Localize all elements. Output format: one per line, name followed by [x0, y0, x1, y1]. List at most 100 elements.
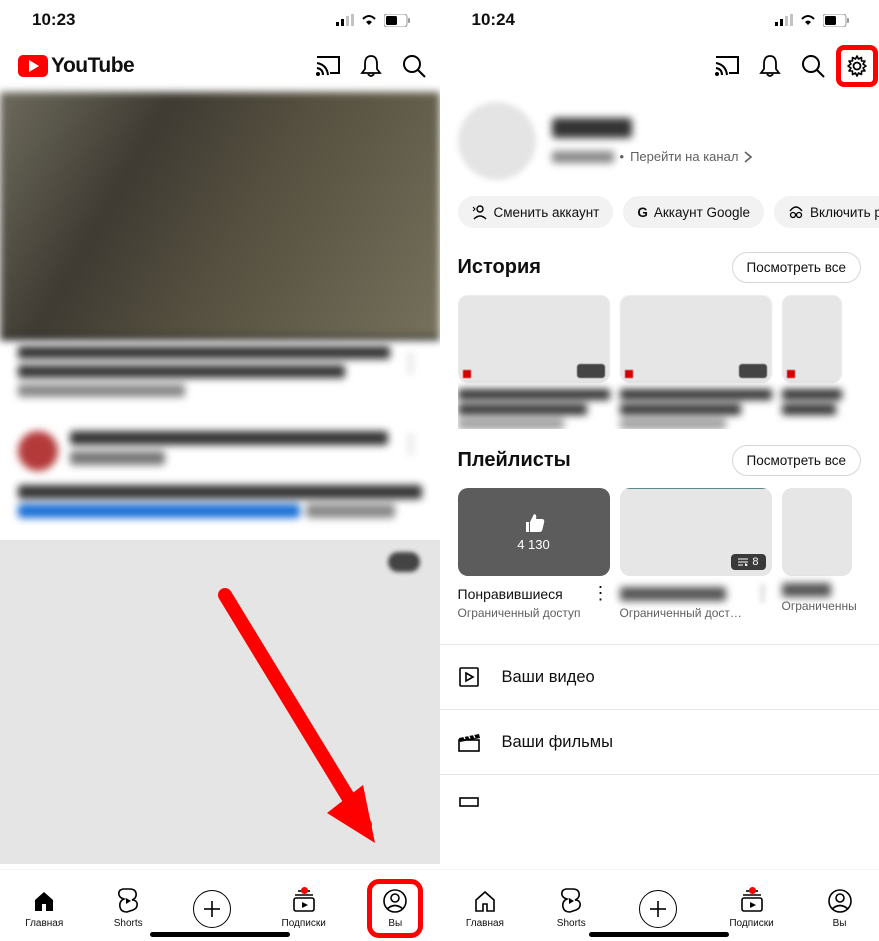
playlist-title: Понравившиеся — [458, 586, 563, 602]
playlist-sub: Ограниченны — [782, 599, 852, 613]
nav-subs-label: Подписки — [729, 918, 773, 929]
battery-icon — [823, 14, 849, 27]
bottom-nav: Главная Shorts Подписки Вы — [440, 869, 879, 941]
settings-icon[interactable] — [836, 45, 878, 87]
nav-you[interactable]: Вы — [827, 888, 853, 929]
nav-home-label: Главная — [25, 918, 63, 929]
chip-google-account[interactable]: G Аккаунт Google — [623, 196, 764, 228]
playlist-sub: Ограниченный дост… — [620, 606, 772, 620]
youtube-logo[interactable]: YouTube — [18, 54, 134, 78]
menu-your-videos[interactable]: Ваши видео — [440, 651, 879, 703]
nav-home[interactable]: Главная — [466, 888, 504, 929]
post-row[interactable]: ⋮ — [0, 417, 440, 485]
nav-create[interactable] — [639, 890, 677, 928]
playlists-see-all[interactable]: Посмотреть все — [732, 445, 861, 476]
history-item[interactable] — [458, 295, 610, 429]
nav-home[interactable]: Главная — [25, 888, 63, 929]
playlist-item[interactable]: 8 ⋮ Ограниченный дост… — [620, 488, 772, 620]
app-bar-home: YouTube — [0, 40, 440, 92]
signal-icon — [336, 14, 354, 26]
status-bar: 10:24 — [440, 0, 879, 40]
playlists-title: Плейлисты — [458, 449, 571, 472]
status-icons — [336, 14, 410, 27]
home-feed[interactable]: ⋮ ⋮ — [0, 92, 440, 864]
liked-count: 4 130 — [517, 537, 550, 552]
wifi-icon — [360, 14, 378, 26]
phone-left-home: 10:23 YouTube — [0, 0, 440, 941]
nav-shorts[interactable]: Shorts — [557, 888, 586, 929]
youtube-wordmark: YouTube — [51, 54, 134, 78]
chip-switch-account[interactable]: Сменить аккаунт — [458, 196, 614, 228]
nav-subscriptions[interactable]: Подписки — [729, 888, 773, 929]
playlist-sub: Ограниченный доступ — [458, 606, 610, 620]
notification-dot — [301, 887, 308, 894]
history-item[interactable] — [782, 295, 842, 429]
action-chips: Сменить аккаунт G Аккаунт Google Включит… — [440, 186, 879, 238]
search-icon[interactable] — [801, 54, 825, 78]
unknown-icon — [458, 797, 480, 807]
nav-create[interactable] — [193, 890, 231, 928]
bottom-nav: Главная Shorts Подписки Вы — [0, 869, 440, 941]
play-outline-icon — [458, 667, 480, 687]
app-bar-you — [440, 40, 879, 92]
playlists-list[interactable]: 4 130 Понравившиеся ⋮ Ограниченный досту… — [458, 488, 862, 620]
video-thumbnail-large[interactable] — [0, 540, 440, 864]
status-icons — [775, 14, 849, 27]
more-icon[interactable]: ⋮ — [400, 431, 422, 457]
nav-home-label: Главная — [466, 918, 504, 929]
nav-you-label: Вы — [833, 918, 847, 929]
nav-you[interactable]: Вы — [367, 879, 423, 938]
thumbs-up-icon — [523, 513, 545, 533]
nav-subscriptions[interactable]: Подписки — [282, 888, 326, 929]
section-playlists: Плейлисты Посмотреть все 4 130 Понравивш… — [440, 431, 879, 622]
more-icon[interactable]: ⋮ — [400, 346, 422, 403]
menu-label: Ваши фильмы — [502, 733, 613, 752]
playlist-item[interactable]: Ограниченны — [782, 488, 852, 620]
home-indicator — [150, 932, 290, 937]
status-bar: 10:23 — [0, 0, 440, 40]
signal-icon — [775, 14, 793, 26]
cast-icon[interactable] — [715, 56, 739, 76]
battery-icon — [384, 14, 410, 27]
incognito-icon — [788, 205, 804, 219]
bell-icon[interactable] — [759, 54, 781, 78]
nav-subs-label: Подписки — [282, 918, 326, 929]
video-thumbnail[interactable] — [0, 92, 440, 340]
history-title: История — [458, 256, 541, 279]
user-name — [552, 118, 753, 143]
search-icon[interactable] — [402, 54, 426, 78]
chevron-right-icon — [744, 151, 752, 163]
channel-link[interactable]: • Перейти на канал — [552, 149, 753, 164]
phone-right-you: 10:24 • — [440, 0, 879, 941]
cast-icon[interactable] — [316, 56, 340, 76]
nav-shorts[interactable]: Shorts — [114, 888, 143, 929]
more-icon[interactable]: ⋮ — [592, 583, 610, 604]
nav-shorts-label: Shorts — [557, 918, 586, 929]
menu-label: Ваши видео — [502, 668, 595, 687]
history-item[interactable] — [620, 295, 772, 429]
home-indicator — [589, 932, 729, 937]
profile-header[interactable]: • Перейти на канал — [440, 92, 879, 186]
chip-incognito[interactable]: Включить р — [774, 196, 879, 228]
switch-account-icon — [472, 204, 488, 220]
section-history: История Посмотреть все — [440, 238, 879, 431]
channel-link-label: Перейти на канал — [630, 149, 738, 164]
clapperboard-icon — [458, 732, 480, 752]
user-avatar[interactable] — [458, 102, 536, 180]
bell-icon[interactable] — [360, 54, 382, 78]
video-meta[interactable]: ⋮ — [0, 340, 440, 417]
status-time: 10:24 — [472, 10, 515, 30]
post-text — [0, 485, 440, 536]
playlist-liked[interactable]: 4 130 Понравившиеся ⋮ Ограниченный досту… — [458, 488, 610, 620]
history-see-all[interactable]: Посмотреть все — [732, 252, 861, 283]
menu-row-partial[interactable] — [440, 781, 879, 811]
status-time: 10:23 — [32, 10, 75, 30]
history-list[interactable] — [458, 295, 862, 429]
nav-shorts-label: Shorts — [114, 918, 143, 929]
playlist-count-badge: 8 — [731, 554, 765, 570]
menu-your-movies[interactable]: Ваши фильмы — [440, 716, 879, 768]
more-icon[interactable]: ⋮ — [754, 583, 772, 604]
channel-avatar[interactable] — [18, 431, 58, 471]
google-icon: G — [637, 205, 648, 220]
nav-you-label: Вы — [388, 918, 402, 929]
